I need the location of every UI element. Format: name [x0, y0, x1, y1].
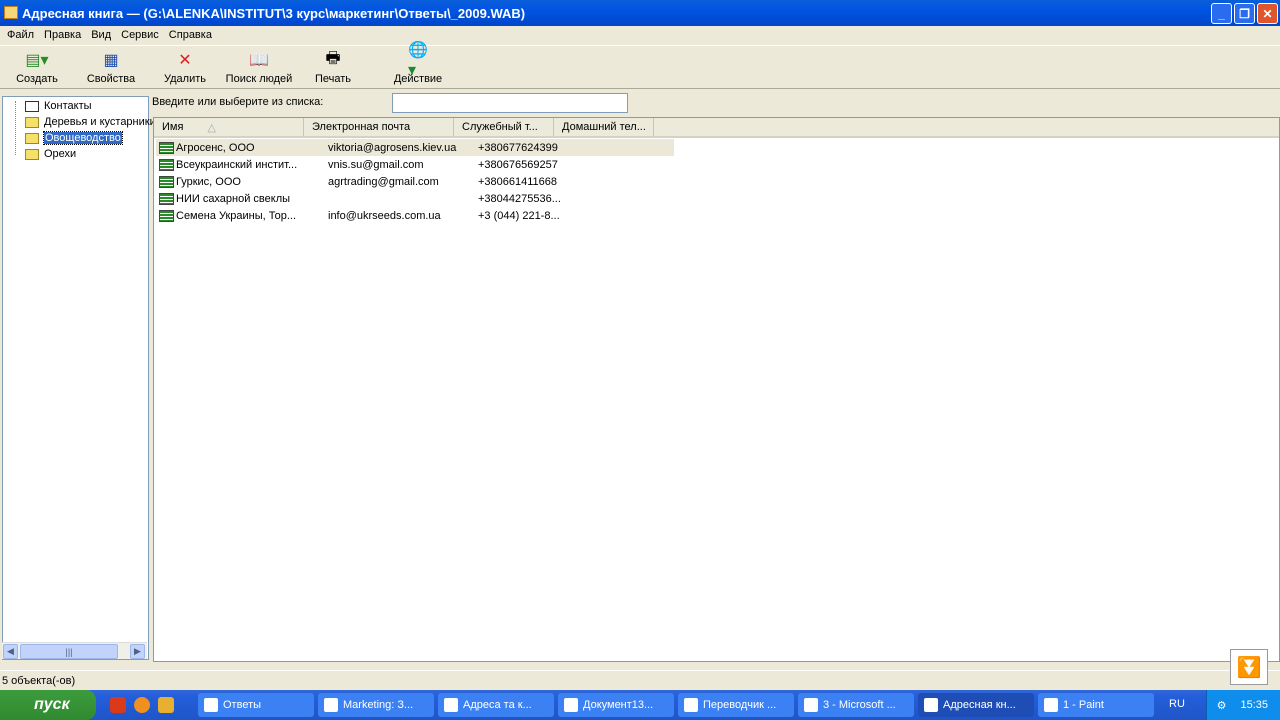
column-header-email[interactable]: Электронная почта: [304, 118, 454, 136]
column-header-work-phone[interactable]: Служебный т...: [454, 118, 554, 136]
cell: +380661411668: [478, 175, 558, 188]
taskbar-button[interactable]: Адресная кн...: [918, 693, 1034, 717]
table-row[interactable]: Агросенс, ООО viktoria@agrosens.kiev.ua +3…: [156, 139, 674, 156]
column-header-home-phone[interactable]: Домашний тел...: [554, 118, 654, 136]
quicklaunch-icon[interactable]: [110, 697, 126, 713]
cell: info@ukrseeds.com.ua: [328, 209, 441, 222]
quicklaunch-icon[interactable]: [158, 697, 174, 713]
find-people-button[interactable]: 📖 Поиск людей: [222, 46, 296, 88]
cell: +3 (044) 221-8...: [478, 209, 560, 222]
action-button[interactable]: 🌐▾ Действие: [370, 42, 466, 88]
taskbar-button[interactable]: 3 - Microsoft ...: [798, 693, 914, 717]
cell: agrtrading@gmail.com: [328, 175, 439, 188]
menu-file[interactable]: Файл: [2, 29, 39, 41]
delete-icon: ✕: [178, 52, 192, 69]
cell: viktoria@agrosens.kiev.ua: [328, 141, 457, 154]
contact-card-icon: [159, 158, 174, 171]
app-icon: [444, 698, 458, 712]
contact-card-icon: [159, 192, 174, 205]
app-icon: [684, 698, 698, 712]
tree-item-nuts[interactable]: Орехи: [25, 146, 76, 162]
taskbar-button[interactable]: Переводчик ...: [678, 693, 794, 717]
cell: +38044275536...: [478, 192, 561, 205]
folder-icon: [25, 148, 39, 160]
new-contact-icon: ▤▾: [25, 52, 49, 69]
title-bar: Адресная книга — (G:\ALENKA\INSTITUT\3 к…: [0, 0, 1280, 26]
contact-card-icon: [159, 175, 174, 188]
sort-ascending-icon: △: [207, 121, 216, 134]
app-icon: [804, 698, 818, 712]
taskbar-button[interactable]: Ответы: [198, 693, 314, 717]
menu-tools[interactable]: Сервис: [116, 29, 164, 41]
system-tray: RU ⚙ 15:35: [1169, 690, 1280, 720]
menu-edit[interactable]: Правка: [39, 29, 86, 41]
menu-view[interactable]: Вид: [86, 29, 116, 41]
delete-button[interactable]: ✕ Удалить: [148, 46, 222, 88]
tree-horizontal-scrollbar[interactable]: ◀ ||| ▶: [2, 642, 147, 659]
network-icon[interactable]: ⚙: [1217, 699, 1227, 712]
table-row[interactable]: Гуркис, ООО agrtrading@gmail.com +38066141…: [156, 173, 674, 190]
properties-button[interactable]: ▦ Свойства: [74, 46, 148, 88]
column-header-name[interactable]: Имя △: [154, 118, 304, 136]
cell: Гуркис, ООО: [176, 175, 241, 188]
taskbar-button[interactable]: Адреса та к...: [438, 693, 554, 717]
status-bar: 5 объекта(-ов): [0, 670, 1280, 689]
contact-card-icon: [159, 141, 174, 154]
search-input[interactable]: [392, 93, 628, 113]
taskbar-button[interactable]: 1 - Paint: [1038, 693, 1154, 717]
menu-bar: Файл Правка Вид Сервис Справка: [0, 26, 1280, 44]
cell: Агросенс, ООО: [176, 141, 255, 154]
app-icon: [204, 698, 218, 712]
new-button[interactable]: ▤▾ Создать: [0, 46, 74, 88]
clock: 15:35: [1240, 699, 1268, 711]
action-icon: 🌐▾: [408, 42, 428, 79]
cell: Семена Украины, Тор...: [176, 209, 297, 222]
app-icon: [924, 698, 938, 712]
app-icon: [564, 698, 578, 712]
minimize-button[interactable]: _: [1211, 3, 1232, 24]
folder-open-icon: [25, 132, 39, 144]
contacts-book-icon: [25, 100, 39, 112]
app-icon: [324, 698, 338, 712]
taskbar-button[interactable]: Документ13...: [558, 693, 674, 717]
restore-button[interactable]: ❐: [1234, 3, 1255, 24]
address-book-icon: [4, 6, 18, 19]
tree-item-contacts[interactable]: Контакты: [25, 98, 92, 114]
start-button[interactable]: пуск: [0, 690, 96, 720]
properties-icon: ▦: [103, 52, 119, 69]
double-down-arrow-icon[interactable]: ⏬: [1230, 649, 1268, 685]
menu-help[interactable]: Справка: [164, 29, 217, 41]
close-button[interactable]: ✕: [1257, 3, 1278, 24]
find-people-icon: 📖: [249, 52, 269, 69]
cell: +380676569257: [478, 158, 558, 171]
table-row[interactable]: НИИ сахарной свеклы +38044275536...: [156, 190, 674, 207]
search-label: Введите или выберите из списка:: [152, 96, 324, 108]
cell: +380677624399: [478, 141, 558, 154]
scroll-thumb[interactable]: |||: [20, 644, 118, 659]
toolbar: ▤▾ Создать ▦ Свойства ✕ Удалить 📖 Поиск люде…: [0, 42, 1280, 89]
cell: vnis.su@gmail.com: [328, 158, 424, 171]
scroll-right-button[interactable]: ▶: [130, 644, 145, 659]
contact-card-icon: [159, 209, 174, 222]
cell: Всеукраинский инстит...: [176, 158, 298, 171]
taskbar-button[interactable]: Marketing: З...: [318, 693, 434, 717]
print-button[interactable]: 🖶 Печать: [296, 46, 370, 88]
window-title: Адресная книга — (G:\ALENKA\INSTITUT\3 к…: [22, 5, 526, 21]
tree-item-vegetables[interactable]: Овощеводство: [25, 130, 123, 146]
folder-tree: Контакты Деревья и кустарники Овощеводст…: [2, 96, 156, 660]
folder-icon: [25, 116, 39, 128]
app-icon: [1044, 698, 1058, 712]
tree-item-trees[interactable]: Деревья и кустарники: [25, 114, 156, 130]
contacts-list: Имя △ Электронная почта Служебный т... До…: [153, 117, 1280, 662]
cell: НИИ сахарной свеклы: [176, 192, 291, 205]
language-indicator[interactable]: RU: [1169, 698, 1185, 710]
print-icon: 🖶: [325, 49, 341, 67]
table-row[interactable]: Всеукраинский инстит... vnis.su@gmail.com…: [156, 156, 674, 173]
scroll-left-button[interactable]: ◀: [3, 644, 18, 659]
list-header: Имя △ Электронная почта Служебный т... До…: [154, 118, 1279, 138]
table-row[interactable]: Семена Украины, Тор... info@ukrseeds.com.…: [156, 207, 674, 224]
quicklaunch-icon[interactable]: [134, 697, 150, 713]
